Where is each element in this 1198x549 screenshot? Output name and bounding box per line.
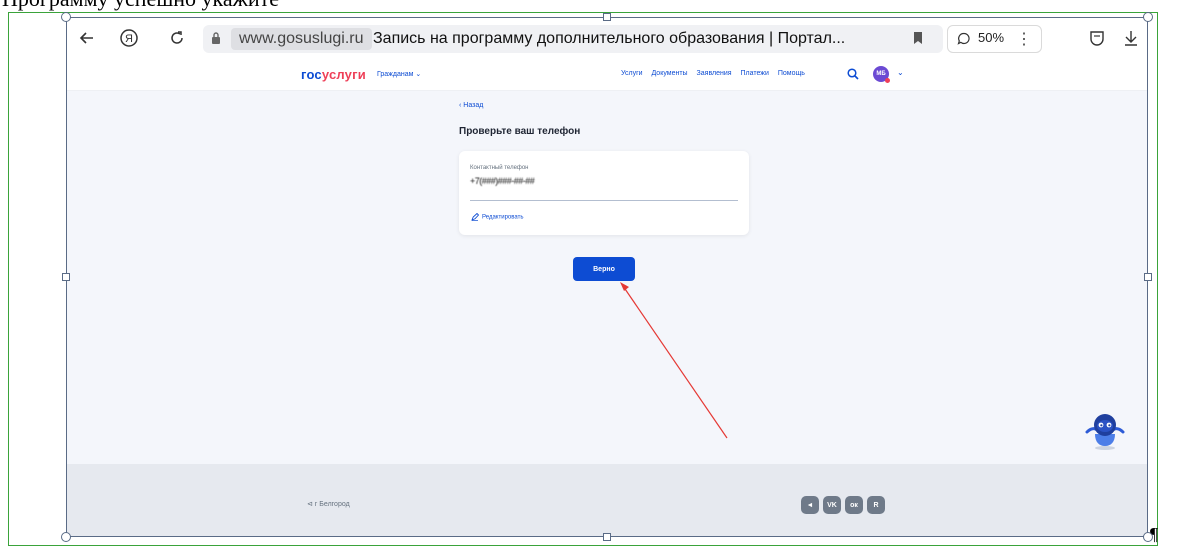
screenshot-image[interactable]: Я www.gosuslugi.ru Запись на программу д… [66,17,1148,537]
resize-handle-left[interactable] [62,273,70,281]
resize-handle-right[interactable] [1144,273,1152,281]
vk-icon[interactable]: VK [823,496,841,514]
site-footer: ⊲ г Белгород ◄ VK ок R [67,464,1147,536]
rutube-icon[interactable]: R [867,496,885,514]
resize-handle-bottom-right[interactable] [1143,532,1153,542]
resize-handle-top[interactable] [603,13,611,21]
resize-handle-bottom-left[interactable] [61,532,71,542]
resize-handle-top-left[interactable] [61,12,71,22]
robot-assistant-icon[interactable] [1083,408,1127,452]
resize-handle-top-right[interactable] [1143,12,1153,22]
resize-handle-bottom[interactable] [603,533,611,541]
social-links: ◄ VK ок R [801,496,885,514]
city-selector[interactable]: ⊲ г Белгород [307,500,350,508]
telegram-icon[interactable]: ◄ [801,496,819,514]
odnoklassniki-icon[interactable]: ок [845,496,863,514]
annotation-arrow [620,282,728,439]
document-text-fragment: Программу успешно укажите [2,0,279,12]
